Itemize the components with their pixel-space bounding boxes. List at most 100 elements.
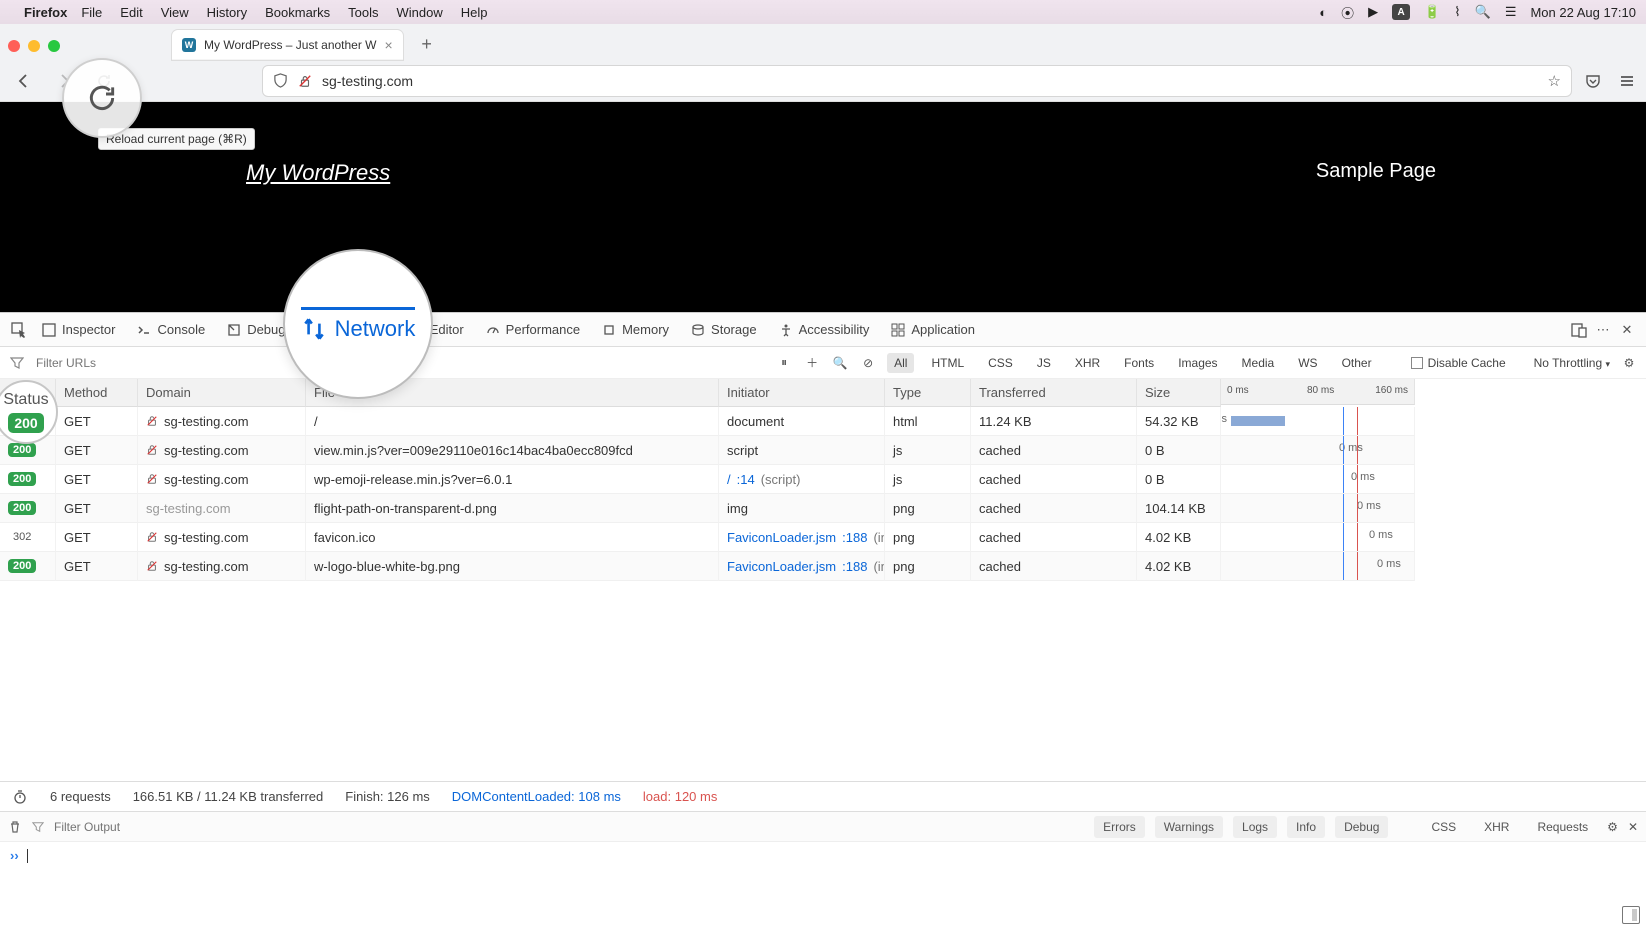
funnel-icon[interactable]: [32, 821, 44, 833]
status-play-icon[interactable]: ▶: [1368, 4, 1378, 20]
filter-all[interactable]: All: [887, 353, 914, 373]
console-btn-errors[interactable]: Errors: [1094, 816, 1145, 838]
cell-method: GET: [56, 407, 138, 436]
status-user-icon[interactable]: ⦿: [1341, 3, 1354, 22]
window-minimize-icon[interactable]: [28, 40, 40, 52]
cell-size: 4.02 KB: [1137, 552, 1221, 581]
throttling-select[interactable]: No Throttling ▾: [1534, 356, 1610, 370]
console-btn-debug[interactable]: Debug: [1335, 816, 1388, 838]
split-console-toggle-icon[interactable]: [1622, 906, 1640, 924]
devtools-tab-memory[interactable]: Memory: [592, 313, 679, 346]
col-initiator[interactable]: Initiator: [719, 379, 885, 407]
filter-images[interactable]: Images: [1171, 353, 1224, 373]
status-wifi-icon[interactable]: ⌇: [1454, 4, 1460, 20]
menu-view[interactable]: View: [161, 5, 189, 20]
add-request-icon[interactable]: ＋: [803, 354, 821, 372]
col-transferred[interactable]: Transferred: [971, 379, 1137, 407]
cell-file: favicon.ico: [306, 523, 719, 552]
menu-tools[interactable]: Tools: [348, 5, 378, 20]
menu-edit[interactable]: Edit: [120, 5, 142, 20]
initiator-link[interactable]: FaviconLoader.jsm: [727, 530, 836, 545]
status-battery-icon[interactable]: 🔋: [1424, 4, 1440, 20]
devtools-tab-storage[interactable]: Storage: [681, 313, 767, 346]
window-zoom-icon[interactable]: [48, 40, 60, 52]
menu-window[interactable]: Window: [397, 5, 443, 20]
devtools-tab-performance[interactable]: Performance: [476, 313, 590, 346]
lock-insecure-icon[interactable]: [298, 74, 312, 88]
console-close-icon[interactable]: ✕: [1628, 820, 1638, 834]
trash-icon[interactable]: [8, 820, 22, 834]
hamburger-menu-icon[interactable]: [1618, 72, 1636, 90]
console-input-row[interactable]: ››: [0, 841, 1646, 869]
col-size[interactable]: Size: [1137, 379, 1221, 407]
responsive-design-icon[interactable]: [1568, 319, 1590, 341]
devtools-tab-application[interactable]: Application: [881, 313, 985, 346]
filter-fonts[interactable]: Fonts: [1117, 353, 1161, 373]
col-waterfall[interactable]: 0 ms 80 ms 160 ms: [1221, 379, 1415, 405]
bookmark-star-icon[interactable]: ☆: [1548, 72, 1561, 90]
initiator-link[interactable]: FaviconLoader.jsm: [727, 559, 836, 574]
devtools-meatball-icon[interactable]: ⋯: [1592, 319, 1614, 341]
initiator-link[interactable]: /: [727, 472, 731, 487]
status-clock[interactable]: Mon 22 Aug 17:10: [1530, 5, 1636, 20]
devtools-tab-inspector[interactable]: Inspector: [32, 313, 125, 346]
insecure-lock-icon: [146, 560, 158, 572]
window-close-icon[interactable]: [8, 40, 20, 52]
browser-toolbar: sg-testing.com ☆: [0, 60, 1646, 102]
filter-other[interactable]: Other: [1335, 353, 1379, 373]
console-btn-warnings[interactable]: Warnings: [1155, 816, 1223, 838]
filter-html[interactable]: HTML: [924, 353, 971, 373]
address-bar[interactable]: sg-testing.com ☆: [262, 65, 1572, 97]
filter-xhr[interactable]: XHR: [1068, 353, 1107, 373]
pocket-icon[interactable]: [1584, 72, 1602, 90]
menu-help[interactable]: Help: [461, 5, 488, 20]
magnifier-reload: [62, 58, 142, 138]
devtools: Inspector Console Debug Network Style Ed…: [0, 312, 1646, 869]
filter-funnel-icon[interactable]: [8, 354, 26, 372]
filter-ws[interactable]: WS: [1291, 353, 1324, 373]
cell-file: flight-path-on-transparent-d.png: [306, 494, 719, 523]
console-filter-input[interactable]: [54, 820, 1084, 834]
col-method[interactable]: Method: [56, 379, 138, 407]
status-a-icon[interactable]: A: [1392, 4, 1410, 20]
filter-js[interactable]: JS: [1030, 353, 1058, 373]
menu-bookmarks[interactable]: Bookmarks: [265, 5, 330, 20]
devtools-tab-accessibility[interactable]: Accessibility: [769, 313, 880, 346]
console-btn-css[interactable]: CSS: [1422, 816, 1465, 838]
cell-file: w-logo-blue-white-bg.png: [306, 552, 719, 581]
status-moon-icon[interactable]: ◐: [1319, 5, 1327, 20]
menu-history[interactable]: History: [207, 5, 247, 20]
search-icon[interactable]: 🔍: [831, 354, 849, 372]
settings-gear-icon[interactable]: ⚙: [1620, 354, 1638, 372]
col-type[interactable]: Type: [885, 379, 971, 407]
disable-cache-checkbox[interactable]: Disable Cache: [1411, 356, 1506, 370]
magnifier-status-code: 200: [8, 413, 43, 433]
site-title-link[interactable]: My WordPress: [246, 160, 390, 186]
console-btn-xhr[interactable]: XHR: [1475, 816, 1518, 838]
console-btn-info[interactable]: Info: [1287, 816, 1325, 838]
browser-tab[interactable]: W My WordPress – Just another W ×: [172, 30, 403, 60]
new-tab-button[interactable]: +: [413, 30, 441, 58]
active-app[interactable]: Firefox: [24, 5, 67, 20]
devtools-tab-console[interactable]: Console: [127, 313, 215, 346]
nav-sample-page[interactable]: Sample Page: [1316, 160, 1436, 183]
pick-element-icon[interactable]: [8, 319, 30, 341]
back-button[interactable]: [10, 67, 38, 95]
devtools-close-icon[interactable]: ✕: [1616, 319, 1638, 341]
col-domain[interactable]: Domain: [138, 379, 306, 407]
shield-icon[interactable]: [273, 73, 288, 88]
block-icon[interactable]: ⊘: [859, 354, 877, 372]
favicon-wordpress-icon: W: [182, 38, 196, 52]
filter-css[interactable]: CSS: [981, 353, 1020, 373]
console-settings-gear-icon[interactable]: ⚙: [1607, 820, 1618, 834]
pause-icon[interactable]: ⏸: [775, 354, 793, 372]
status-search-icon[interactable]: 🔍: [1475, 4, 1491, 20]
filter-media[interactable]: Media: [1235, 353, 1282, 373]
tab-close-icon[interactable]: ×: [385, 37, 393, 53]
network-toolbar: ⏸ ＋ 🔍 ⊘ All HTML CSS JS XHR Fonts Images…: [0, 347, 1646, 379]
console-btn-logs[interactable]: Logs: [1233, 816, 1277, 838]
status-control-center-icon[interactable]: ☰: [1505, 4, 1517, 20]
menu-file[interactable]: File: [81, 5, 102, 20]
status-transferred: 166.51 KB / 11.24 KB transferred: [133, 789, 324, 804]
console-btn-requests[interactable]: Requests: [1528, 816, 1597, 838]
